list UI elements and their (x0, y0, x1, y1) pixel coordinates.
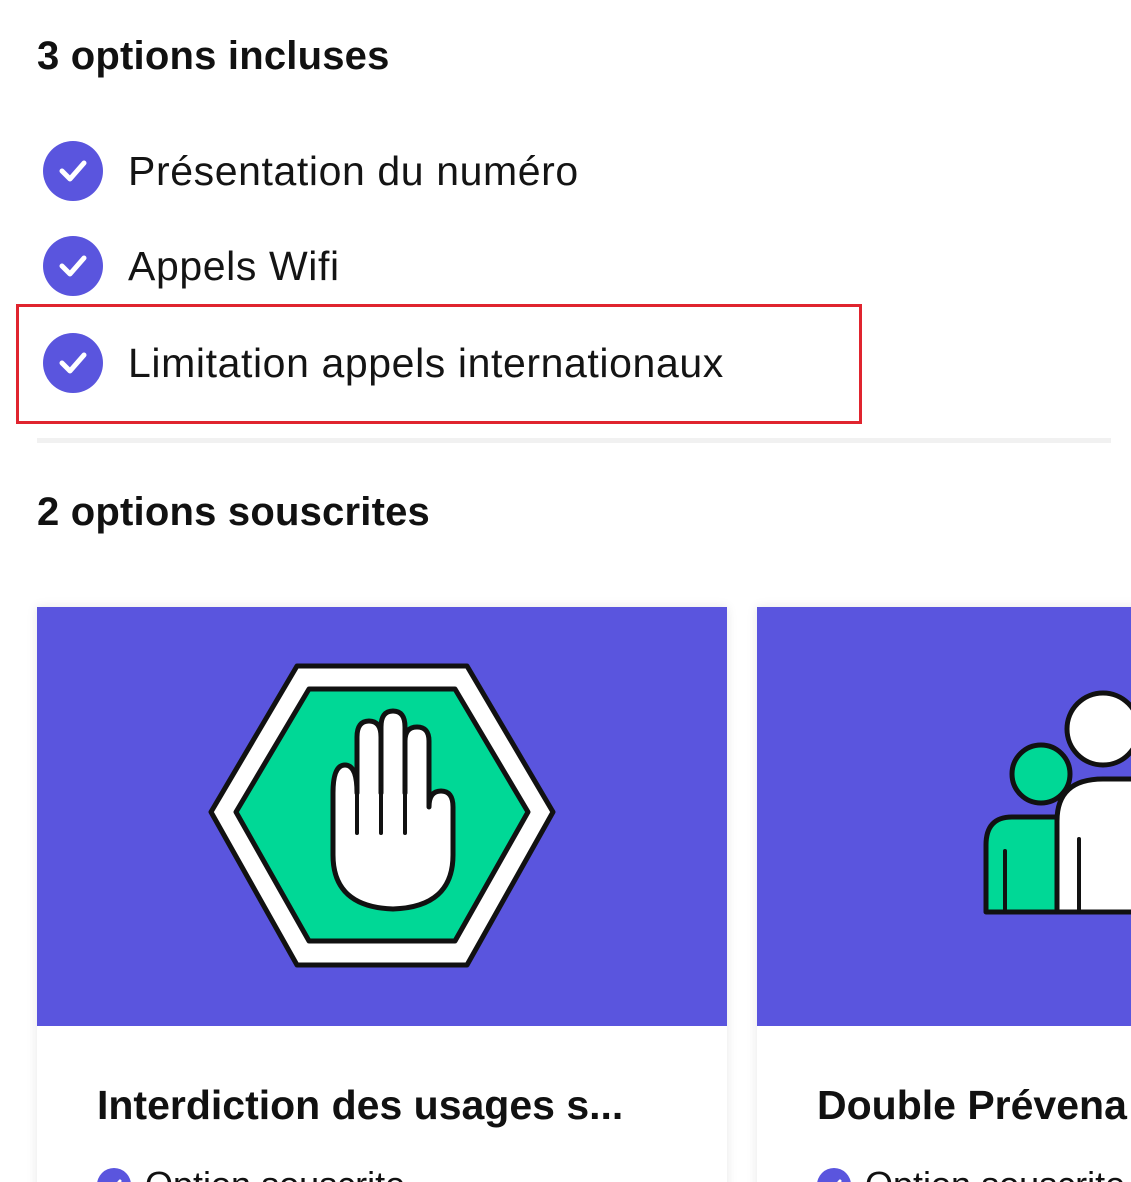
included-option-label: Appels Wifi (128, 242, 340, 289)
included-options-title: 3 options incluses (37, 34, 390, 78)
card-banner (757, 607, 1131, 1026)
option-card[interactable]: Interdiction des usages s... Option sous… (37, 607, 727, 1182)
card-status: Option souscrite (97, 1164, 405, 1182)
check-circle-icon (817, 1168, 851, 1182)
subscribed-options-title: 2 options souscrites (37, 490, 430, 534)
highlight-box (16, 304, 862, 424)
stop-hand-icon (208, 663, 556, 968)
option-card[interactable]: Double Prévena Option souscrite (757, 607, 1131, 1182)
family-icon (983, 690, 1131, 915)
check-circle-icon (97, 1168, 131, 1182)
check-circle-icon (43, 141, 103, 201)
card-title: Interdiction des usages s... (97, 1082, 624, 1128)
card-banner (37, 607, 727, 1026)
included-option-item: Présentation du numéro (43, 140, 579, 202)
options-page: 3 options incluses Présentation du numér… (0, 0, 1131, 1182)
card-status-label: Option souscrite (865, 1164, 1125, 1182)
card-status: Option souscrite (817, 1164, 1125, 1182)
card-title: Double Prévena (817, 1082, 1127, 1128)
included-option-item: Appels Wifi (43, 235, 340, 297)
section-divider (37, 438, 1111, 443)
check-circle-icon (43, 236, 103, 296)
included-option-label: Présentation du numéro (128, 147, 579, 194)
card-status-label: Option souscrite (145, 1164, 405, 1182)
